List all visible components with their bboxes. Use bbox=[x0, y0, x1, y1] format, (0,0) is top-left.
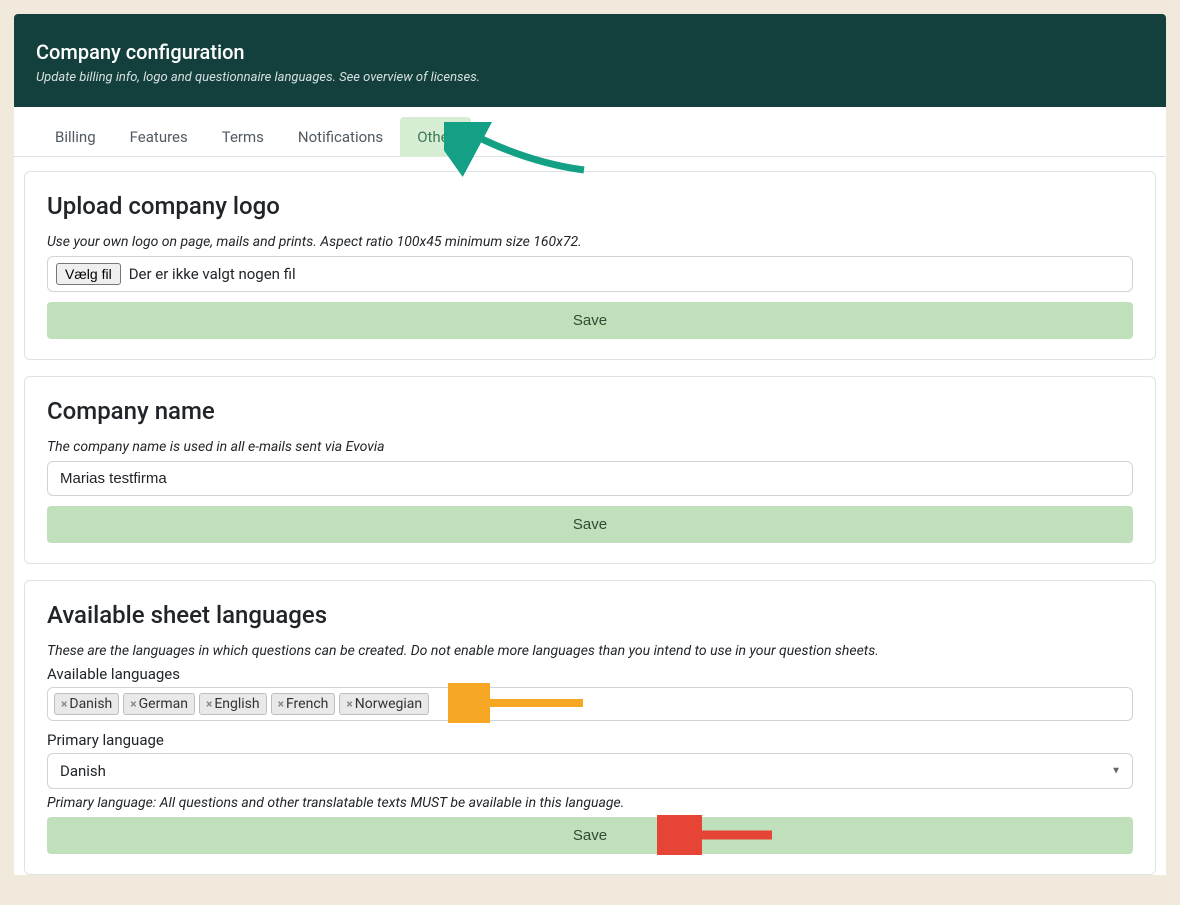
remove-tag-icon[interactable]: × bbox=[278, 697, 284, 711]
remove-tag-icon[interactable]: × bbox=[130, 697, 136, 711]
save-languages-button[interactable]: Save bbox=[47, 817, 1133, 854]
tag-label: German bbox=[139, 696, 188, 712]
choose-file-button[interactable]: Vælg fil bbox=[56, 263, 121, 285]
page-header: Company configuration Update billing inf… bbox=[14, 14, 1166, 107]
upload-logo-title: Upload company logo bbox=[47, 192, 1133, 220]
page-subtitle: Update billing info, logo and questionna… bbox=[36, 70, 1144, 85]
card-languages: Available sheet languages These are the … bbox=[24, 580, 1156, 875]
tag-label: Danish bbox=[69, 696, 112, 712]
tag-label: English bbox=[214, 696, 259, 712]
file-status-text: Der er ikke valgt nogen fil bbox=[129, 265, 296, 283]
available-languages-input[interactable]: × Danish × German × English × French × bbox=[47, 687, 1133, 721]
card-company-name: Company name The company name is used in… bbox=[24, 376, 1156, 564]
languages-title: Available sheet languages bbox=[47, 601, 1133, 629]
remove-tag-icon[interactable]: × bbox=[346, 697, 352, 711]
languages-hint: These are the languages in which questio… bbox=[47, 643, 1133, 659]
available-languages-label: Available languages bbox=[47, 665, 1133, 683]
save-name-button[interactable]: Save bbox=[47, 506, 1133, 543]
file-input[interactable]: Vælg fil Der er ikke valgt nogen fil bbox=[47, 256, 1133, 292]
company-name-input[interactable] bbox=[47, 461, 1133, 496]
tag-label: French bbox=[286, 696, 328, 712]
lang-tag[interactable]: × Danish bbox=[54, 693, 119, 715]
primary-language-hint: Primary language: All questions and othe… bbox=[47, 795, 1133, 811]
remove-tag-icon[interactable]: × bbox=[61, 697, 67, 711]
card-upload-logo: Upload company logo Use your own logo on… bbox=[24, 171, 1156, 360]
tab-terms[interactable]: Terms bbox=[205, 117, 281, 157]
page-title: Company configuration bbox=[36, 40, 1144, 64]
tab-billing[interactable]: Billing bbox=[38, 117, 113, 157]
tag-label: Norwegian bbox=[355, 696, 422, 712]
tab-features[interactable]: Features bbox=[113, 117, 205, 157]
primary-language-label: Primary language bbox=[47, 731, 1133, 749]
upload-logo-hint: Use your own logo on page, mails and pri… bbox=[47, 234, 1133, 250]
save-logo-button[interactable]: Save bbox=[47, 302, 1133, 339]
lang-tag[interactable]: × Norwegian bbox=[339, 693, 429, 715]
company-name-hint: The company name is used in all e-mails … bbox=[47, 439, 1133, 455]
tab-notifications[interactable]: Notifications bbox=[281, 117, 400, 157]
remove-tag-icon[interactable]: × bbox=[206, 697, 212, 711]
lang-tag[interactable]: × French bbox=[271, 693, 336, 715]
company-name-title: Company name bbox=[47, 397, 1133, 425]
lang-tag[interactable]: × German bbox=[123, 693, 195, 715]
lang-tag[interactable]: × English bbox=[199, 693, 267, 715]
primary-language-select[interactable]: Danish bbox=[47, 753, 1133, 789]
tab-other[interactable]: Other bbox=[400, 117, 471, 157]
arrow-langs-icon bbox=[448, 683, 588, 723]
tabs: Billing Features Terms Notifications Oth… bbox=[14, 107, 1166, 157]
